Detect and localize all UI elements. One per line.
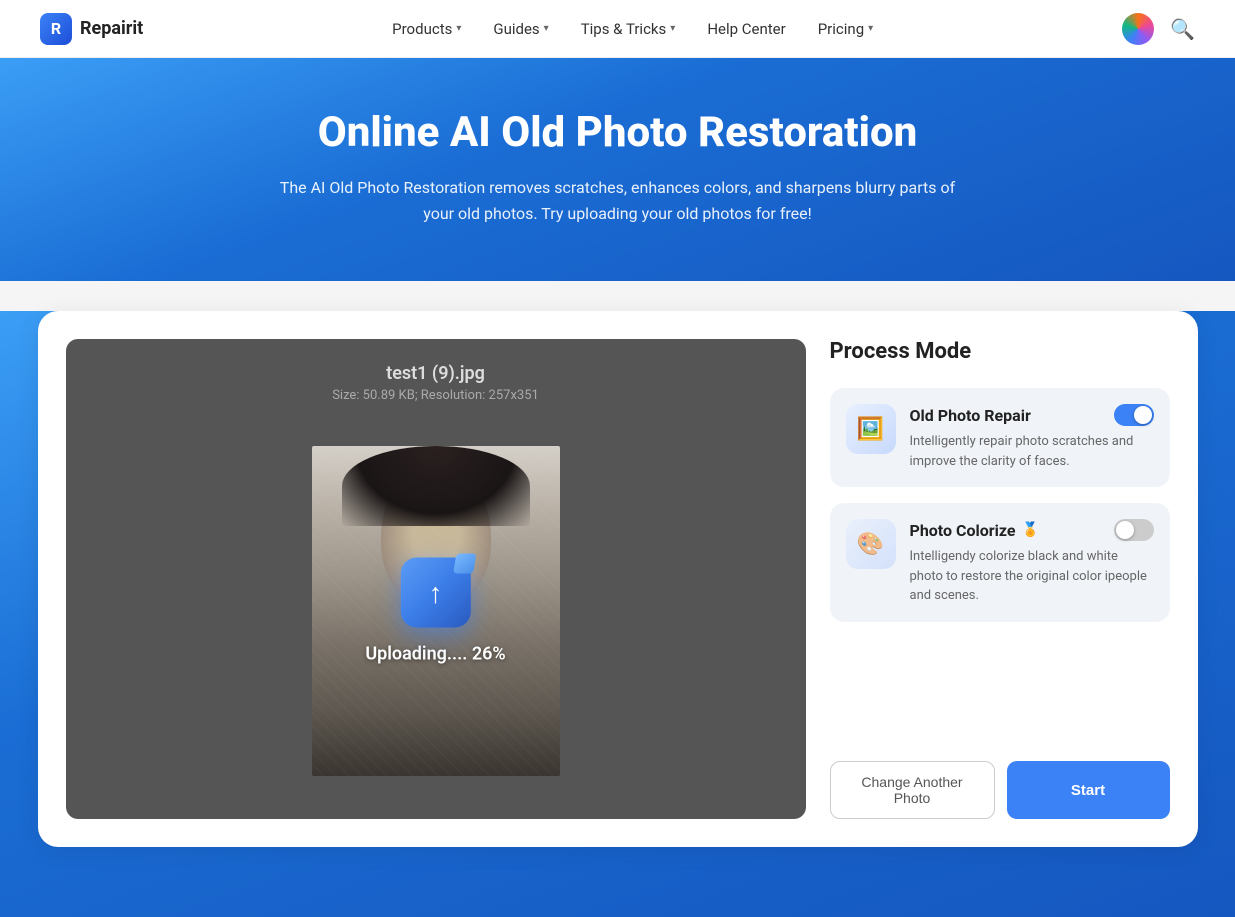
repair-name: Old Photo Repair	[910, 406, 1031, 425]
chevron-down-icon: ▾	[868, 23, 873, 34]
crown-icon: 🏅	[1022, 522, 1039, 538]
hero-title: Online AI Old Photo Restoration	[20, 108, 1215, 157]
upload-meta: Size: 50.89 KB; Resolution: 257x351	[332, 388, 539, 403]
nav-items: Products ▾ Guides ▾ Tips & Tricks ▾ Help…	[175, 14, 1090, 44]
sidebar: Process Mode 🖼️ Old Photo Repair Intelli…	[830, 339, 1170, 819]
mode-card-repair: 🖼️ Old Photo Repair Intelligently repair…	[830, 388, 1170, 487]
repair-icon: 🖼️	[846, 404, 896, 454]
mode-card-colorize: 🎨 Photo Colorize 🏅 Intelligendy colorize…	[830, 503, 1170, 622]
repair-header: Old Photo Repair	[910, 404, 1154, 426]
avatar[interactable]	[1122, 13, 1154, 45]
upload-cube-icon: ↑	[401, 558, 471, 628]
nav-logo[interactable]: R Repairit	[40, 13, 143, 45]
photo-container: ↑ Uploading.... 26%	[66, 403, 806, 819]
chevron-down-icon: ▾	[544, 23, 549, 34]
nav-right: 🔍	[1122, 13, 1195, 45]
navbar: R Repairit Products ▾ Guides ▾ Tips & Tr…	[0, 0, 1235, 58]
chevron-down-icon: ▾	[670, 23, 675, 34]
change-photo-button[interactable]: Change Another Photo	[830, 761, 995, 819]
logo-text: Repairit	[80, 18, 143, 39]
hero-section: Online AI Old Photo Restoration The AI O…	[0, 58, 1235, 281]
upload-progress: Uploading.... 26%	[365, 644, 505, 665]
sidebar-buttons: Change Another Photo Start	[830, 761, 1170, 819]
nav-item-helpcenter[interactable]: Help Center	[693, 14, 799, 44]
upload-arrow-icon: ↑	[429, 576, 443, 609]
upload-area: test1 (9).jpg Size: 50.89 KB; Resolution…	[66, 339, 806, 819]
upload-filename: test1 (9).jpg	[386, 363, 485, 384]
nav-item-products[interactable]: Products ▾	[378, 14, 475, 44]
process-mode-title: Process Mode	[830, 339, 1170, 364]
colorize-content: Photo Colorize 🏅 Intelligendy colorize b…	[910, 519, 1154, 606]
search-icon[interactable]: 🔍	[1170, 17, 1195, 41]
chevron-down-icon: ▾	[456, 23, 461, 34]
colorize-toggle[interactable]	[1114, 519, 1154, 541]
hero-description: The AI Old Photo Restoration removes scr…	[268, 175, 968, 226]
repair-content: Old Photo Repair Intelligently repair ph…	[910, 404, 1154, 471]
nav-item-tips[interactable]: Tips & Tricks ▾	[567, 14, 690, 44]
colorize-name: Photo Colorize 🏅	[910, 521, 1039, 540]
nav-item-pricing[interactable]: Pricing ▾	[804, 14, 887, 44]
repair-desc: Intelligently repair photo scratches and…	[910, 432, 1154, 471]
main-card: test1 (9).jpg Size: 50.89 KB; Resolution…	[38, 311, 1198, 847]
colorize-icon: 🎨	[846, 519, 896, 569]
repair-toggle[interactable]	[1114, 404, 1154, 426]
colorize-header: Photo Colorize 🏅	[910, 519, 1154, 541]
nav-item-guides[interactable]: Guides ▾	[479, 14, 562, 44]
colorize-desc: Intelligendy colorize black and white ph…	[910, 547, 1154, 606]
start-button[interactable]: Start	[1007, 761, 1170, 819]
upload-overlay: ↑ Uploading.... 26%	[365, 558, 505, 665]
logo-icon: R	[40, 13, 72, 45]
